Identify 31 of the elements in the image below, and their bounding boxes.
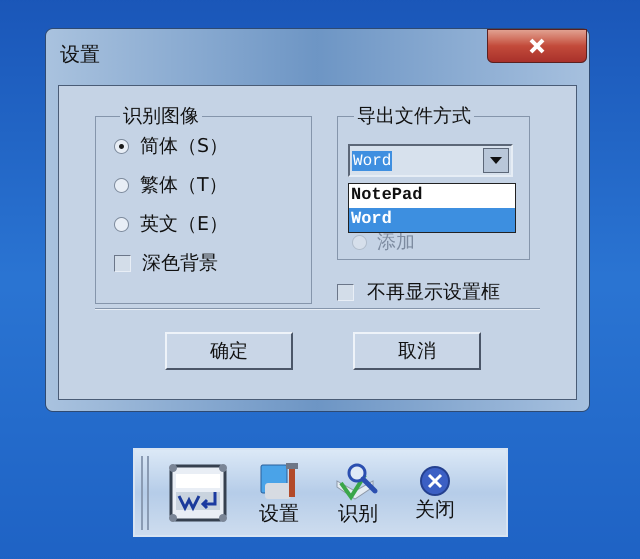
radio-button[interactable] [114, 178, 129, 192]
radio-button[interactable] [114, 216, 129, 232]
toolbar-label: 识别 [338, 500, 378, 524]
toolbar-button[interactable] [167, 462, 229, 524]
checkbox[interactable] [114, 254, 131, 272]
toolbar-button[interactable]: 关闭 [415, 464, 455, 520]
close-icon [419, 464, 451, 496]
toolbar-button[interactable]: 识别 [335, 460, 381, 524]
dropdown-value: Word [352, 150, 392, 170]
dialog-button[interactable]: 确定 [165, 332, 293, 370]
toolbar-grip[interactable] [141, 456, 149, 530]
close-icon [528, 38, 546, 54]
checkbox-label: 深色背景 [142, 250, 218, 276]
close-button[interactable] [487, 29, 587, 63]
checkbox-label: 不再显示设置框 [367, 280, 500, 305]
checkbox[interactable] [337, 284, 354, 301]
toolbar-label: 关闭 [415, 496, 455, 520]
group-title: 导出文件方式 [356, 104, 472, 128]
dialog-button[interactable]: 取消 [353, 332, 481, 370]
toolbar-label: 设置 [259, 500, 299, 524]
group-title: 识别图像 [122, 104, 200, 128]
toolbar-button[interactable]: 设置 [257, 460, 301, 524]
scanner-logo-icon [167, 462, 229, 524]
dropdown-arrow-button[interactable] [483, 148, 509, 173]
caret-icon [490, 157, 502, 164]
radio-label: 添加 [377, 230, 415, 255]
window-title: 设置 [60, 41, 100, 68]
radio-label: 英文（E） [140, 212, 228, 237]
radio-label: 繁体（T） [140, 172, 228, 198]
radio-label: 简体（S） [140, 134, 228, 159]
radio-button[interactable] [114, 138, 129, 154]
